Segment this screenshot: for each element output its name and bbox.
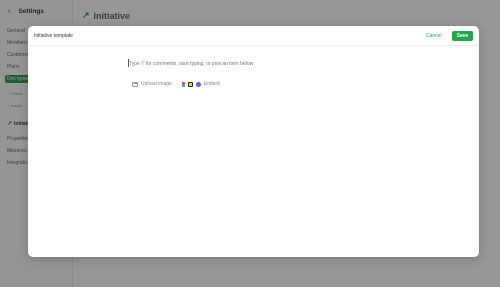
upload-image-label: Upload image <box>141 81 172 87</box>
embed-button[interactable]: Embed <box>204 81 220 87</box>
modal-header: Initiative template Cancel Save <box>28 26 479 46</box>
template-modal: Initiative template Cancel Save Upload i… <box>28 26 479 257</box>
modal-title: Initiative template <box>34 33 73 39</box>
cancel-button[interactable]: Cancel <box>426 33 442 39</box>
upload-image-button[interactable]: Upload image <box>132 81 172 87</box>
insert-toolbar: Upload image Embed <box>132 81 220 87</box>
figma-icon[interactable] <box>181 81 185 87</box>
template-editor-input[interactable] <box>129 59 429 69</box>
loom-icon[interactable] <box>195 81 201 87</box>
save-button[interactable]: Save <box>452 31 473 41</box>
image-icon <box>132 81 138 87</box>
miro-icon[interactable] <box>187 81 193 87</box>
